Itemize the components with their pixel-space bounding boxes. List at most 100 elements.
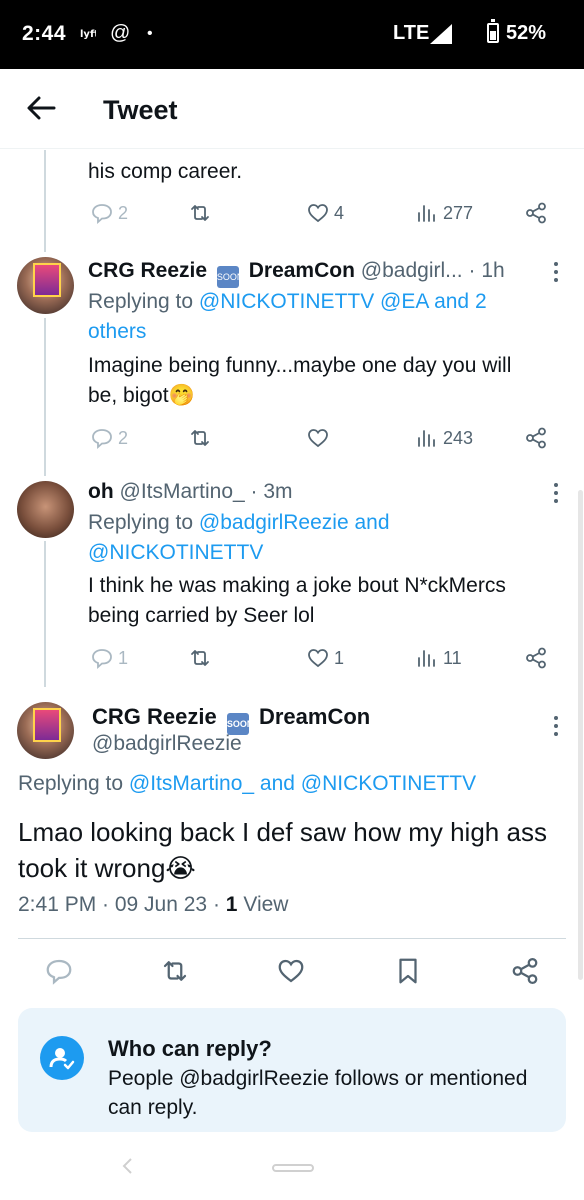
replying-prefix: Replying to: [18, 772, 124, 795]
main-tweet-text: Lmao looking back I def saw how my high …: [18, 817, 547, 883]
replying-to-users[interactable]: @NICKOTINETTV @EA and 2: [199, 290, 487, 313]
reply-count: 1: [118, 647, 129, 668]
reply-button[interactable]: 2: [90, 198, 128, 228]
reply-button[interactable]: 2: [90, 423, 128, 453]
replying-to: Replying to @ItsMartino_ and @NICKOTINET…: [18, 772, 476, 796]
avatar[interactable]: [17, 481, 74, 538]
battery-level: 52%: [506, 22, 547, 44]
heart-icon: [308, 429, 328, 448]
retweet-button[interactable]: [188, 198, 212, 228]
replying-to: Replying to @NICKOTINETTV @EA and 2 othe…: [88, 287, 558, 347]
tweet-header: oh @ItsMartino_ · 3m: [88, 480, 293, 504]
status-bar: 2:44 lyft @ • LTE 52%: [0, 0, 584, 69]
retweet-button[interactable]: [188, 423, 212, 453]
like-count: 4: [334, 202, 345, 223]
network-type: LTE: [393, 22, 430, 44]
user-handle[interactable]: @badgirlReezie: [92, 732, 242, 756]
avatar[interactable]: [17, 702, 74, 759]
views-count: 277: [443, 202, 474, 223]
like-count: 1: [334, 647, 345, 668]
nav-home-pill[interactable]: [272, 1164, 314, 1172]
tweet-text-line: being carried by Seer lol: [88, 604, 315, 627]
tweet-actions: 2 243: [88, 423, 558, 453]
who-can-reply-box: Who can reply? People @badgirlReezie fol…: [18, 1008, 566, 1132]
share-button[interactable]: [524, 643, 548, 673]
views-button[interactable]: 243: [415, 423, 473, 453]
more-options-icon[interactable]: [553, 262, 559, 284]
reply-icon: [92, 649, 112, 669]
views-icon: [418, 205, 435, 222]
who-can-reply-title: Who can reply?: [108, 1036, 272, 1061]
replying-to-users[interactable]: @ItsMartino_ and @NICKOTINETTV: [129, 772, 476, 795]
bookmark-icon: [399, 958, 417, 984]
tweet-time: 2:41 PM · 09 Jun 23 ·: [18, 893, 220, 916]
share-icon: [526, 427, 546, 449]
user-name-suffix: DreamCon: [258, 704, 371, 729]
retweet-icon: [191, 430, 209, 446]
views-label[interactable]: View: [243, 893, 288, 916]
share-icon: [512, 958, 538, 984]
avatar[interactable]: [17, 257, 74, 314]
replying-to-others[interactable]: others: [88, 320, 146, 343]
replying-to: Replying to @badgirlReezie and @NICKOTIN…: [88, 508, 558, 568]
user-name[interactable]: oh: [88, 480, 114, 503]
reply-button[interactable]: 1: [90, 643, 128, 673]
tweet-actions: 2 4 277: [88, 198, 558, 228]
tweet-time: · 1h: [468, 259, 505, 282]
tweet-time: · 3m: [250, 480, 293, 503]
status-time: 2:44: [22, 22, 67, 45]
views-count: 1: [225, 893, 238, 916]
retweet-icon: [163, 961, 187, 981]
svg-text:lyft: lyft: [80, 29, 96, 40]
views-icon: [418, 430, 435, 447]
reply-icon: [46, 959, 72, 985]
share-button[interactable]: [524, 423, 548, 453]
tweet-timestamp: 2:41 PM · 09 Jun 23 · 1 View: [18, 893, 288, 917]
views-icon: [418, 650, 435, 667]
user-name[interactable]: CRG Reezie: [88, 259, 207, 282]
share-button[interactable]: [510, 956, 540, 986]
user-handle[interactable]: @ItsMartino_: [120, 480, 245, 503]
like-button[interactable]: [306, 423, 330, 453]
views-count: 11: [443, 647, 462, 668]
share-icon: [526, 647, 546, 669]
reply-button[interactable]: [44, 956, 74, 986]
tweet-header: CRG Reezie SOON DreamCon @badgirl... · 1…: [88, 259, 505, 288]
reply-icon: [92, 429, 112, 449]
like-button[interactable]: 4: [306, 198, 344, 228]
battery-icon: [487, 19, 499, 43]
views-count: 243: [443, 427, 474, 448]
tweet-text: Imagine being funny...maybe one day you …: [88, 351, 568, 411]
bookmark-button[interactable]: [393, 956, 423, 986]
replying-to-users[interactable]: @badgirlReezie and: [199, 511, 390, 534]
replying-to-users[interactable]: @NICKOTINETTV: [88, 541, 263, 564]
user-name[interactable]: CRG Reezie: [92, 704, 217, 729]
user-handle[interactable]: @badgirl...: [361, 259, 463, 282]
reply-icon: [92, 204, 112, 224]
like-button[interactable]: [276, 956, 306, 986]
thread-line: [44, 318, 46, 476]
back-arrow-icon[interactable]: [24, 91, 58, 125]
share-button[interactable]: [524, 198, 548, 228]
reply-count: 2: [118, 202, 129, 223]
tweet-text: I think he was making a joke bout N*ckMe…: [88, 571, 568, 631]
views-button[interactable]: 11: [415, 643, 462, 673]
system-nav-bar: [0, 1132, 584, 1200]
retweet-button[interactable]: [188, 643, 212, 673]
reply-count: 2: [118, 427, 129, 448]
tweet-text-line: Imagine being funny...maybe one day you …: [88, 354, 512, 377]
like-button[interactable]: 1: [306, 643, 344, 673]
more-options-icon[interactable]: [553, 483, 559, 505]
at-icon: @: [110, 22, 131, 44]
tweet-text-line: I think he was making a joke bout N*ckMe…: [88, 574, 506, 597]
replying-prefix: Replying to: [88, 511, 194, 534]
more-options-icon[interactable]: [553, 716, 559, 738]
nav-back-icon[interactable]: [120, 1156, 134, 1176]
views-button[interactable]: 277: [415, 198, 473, 228]
retweet-button[interactable]: [160, 956, 190, 986]
heart-icon: [278, 959, 304, 983]
scrollbar[interactable]: [578, 490, 583, 980]
tweet-text-line: be, bigot🤭: [88, 384, 195, 407]
heart-icon: [308, 649, 328, 668]
user-name-suffix: DreamCon: [248, 259, 355, 282]
